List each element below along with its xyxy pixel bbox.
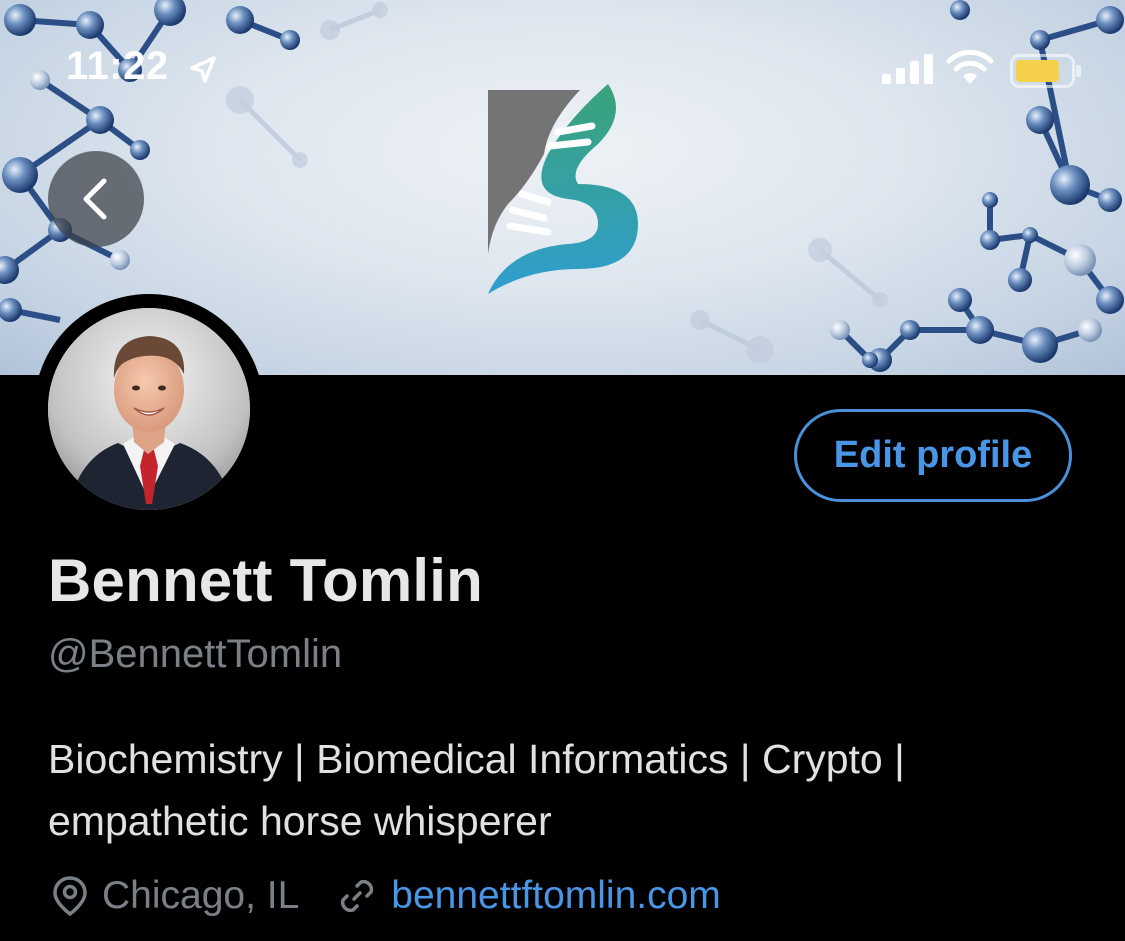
status-time: 11:22 <box>66 44 169 88</box>
website-link[interactable]: bennettftomlin.com <box>391 874 721 918</box>
location-pin-icon <box>53 876 87 917</box>
profile-screen: 11:22 Edit profile Bennett Tomlin @Benne… <box>0 0 1125 941</box>
display-name: Bennett Tomlin <box>48 547 483 614</box>
signal-icon <box>882 54 933 84</box>
link-icon <box>341 879 374 913</box>
username-handle: @BennettTomlin <box>48 632 343 676</box>
brand-logo <box>488 84 638 294</box>
location-arrow-icon <box>190 56 216 83</box>
back-button[interactable] <box>48 151 144 247</box>
profile-photo <box>48 308 250 510</box>
avatar[interactable] <box>48 308 250 510</box>
wifi-icon <box>946 50 994 84</box>
chevron-left-icon <box>83 178 107 220</box>
edit-profile-button[interactable]: Edit profile <box>794 409 1072 502</box>
battery-icon <box>1010 54 1081 88</box>
location-text: Chicago, IL <box>102 874 300 917</box>
profile-bio: Biochemistry | Biomedical Informatics | … <box>48 736 905 844</box>
profile-meta: Chicago, IL bennettftomlin.com <box>52 868 721 924</box>
